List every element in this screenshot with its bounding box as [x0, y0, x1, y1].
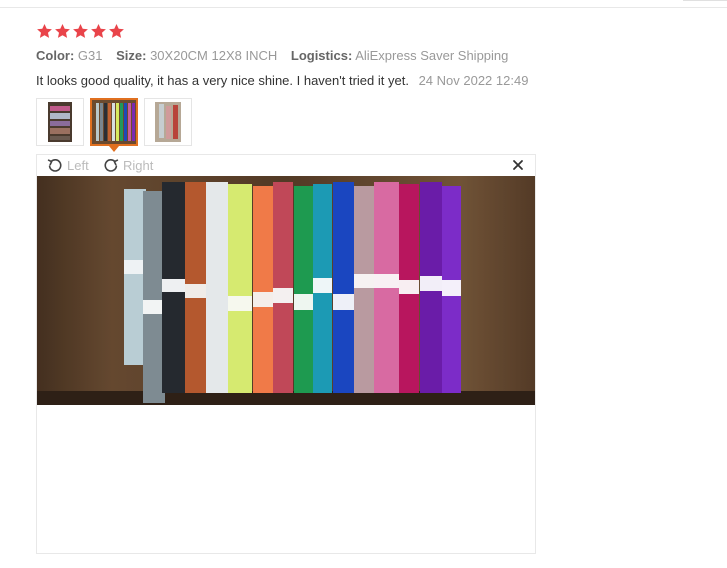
size-label: Size: [116, 48, 147, 63]
top-corner-divider [683, 0, 727, 1]
rotate-left-label: Left [67, 157, 89, 173]
star-rating [36, 22, 716, 40]
logistics-label: Logistics: [290, 48, 353, 63]
rotate-left-button[interactable]: Left [47, 157, 89, 173]
star-icon [91, 23, 106, 38]
photo-thumbnail-3-image [155, 102, 181, 142]
photo-thumbnail-2-image [92, 100, 136, 144]
star-icon [109, 23, 124, 38]
rotate-right-label: Right [123, 157, 154, 173]
review-date: 24 Nov 2022 12:49 [418, 73, 529, 88]
review-photo [37, 176, 535, 405]
star-icon [37, 23, 52, 38]
rotate-right-icon [104, 159, 119, 172]
photo-thumbnail-2[interactable] [90, 98, 138, 152]
color-label: Color: [36, 48, 75, 63]
review-sku-info: Color: G31 Size: 30X20CM 12X8 INCH Logis… [36, 47, 716, 64]
photo-thumbnails [36, 98, 192, 152]
star-icon [73, 23, 88, 38]
logistics-value: AliExpress Saver Shipping [355, 48, 509, 63]
rotate-right-button[interactable]: Right [103, 157, 153, 173]
photo-thumbnail-1[interactable] [36, 98, 84, 146]
photo-thumbnail-3[interactable] [144, 98, 192, 146]
close-viewer-button[interactable] [511, 158, 525, 172]
top-divider [0, 7, 727, 8]
star-icon [55, 23, 70, 38]
review-item: Color: G31 Size: 30X20CM 12X8 INCH Logis… [36, 22, 716, 89]
photo-viewer: Left Right [36, 154, 536, 554]
color-value: G31 [77, 48, 103, 63]
photo-thumbnail-1-image [48, 102, 72, 142]
size-value: 30X20CM 12X8 INCH [150, 48, 278, 63]
active-thumbnail-caret [109, 146, 119, 152]
close-icon [513, 160, 523, 170]
rotate-left-icon [47, 159, 62, 172]
photo-viewer-toolbar: Left Right [37, 155, 535, 176]
review-text-line: It looks good quality, it has a very nic… [36, 72, 716, 89]
review-text: It looks good quality, it has a very nic… [36, 73, 409, 88]
